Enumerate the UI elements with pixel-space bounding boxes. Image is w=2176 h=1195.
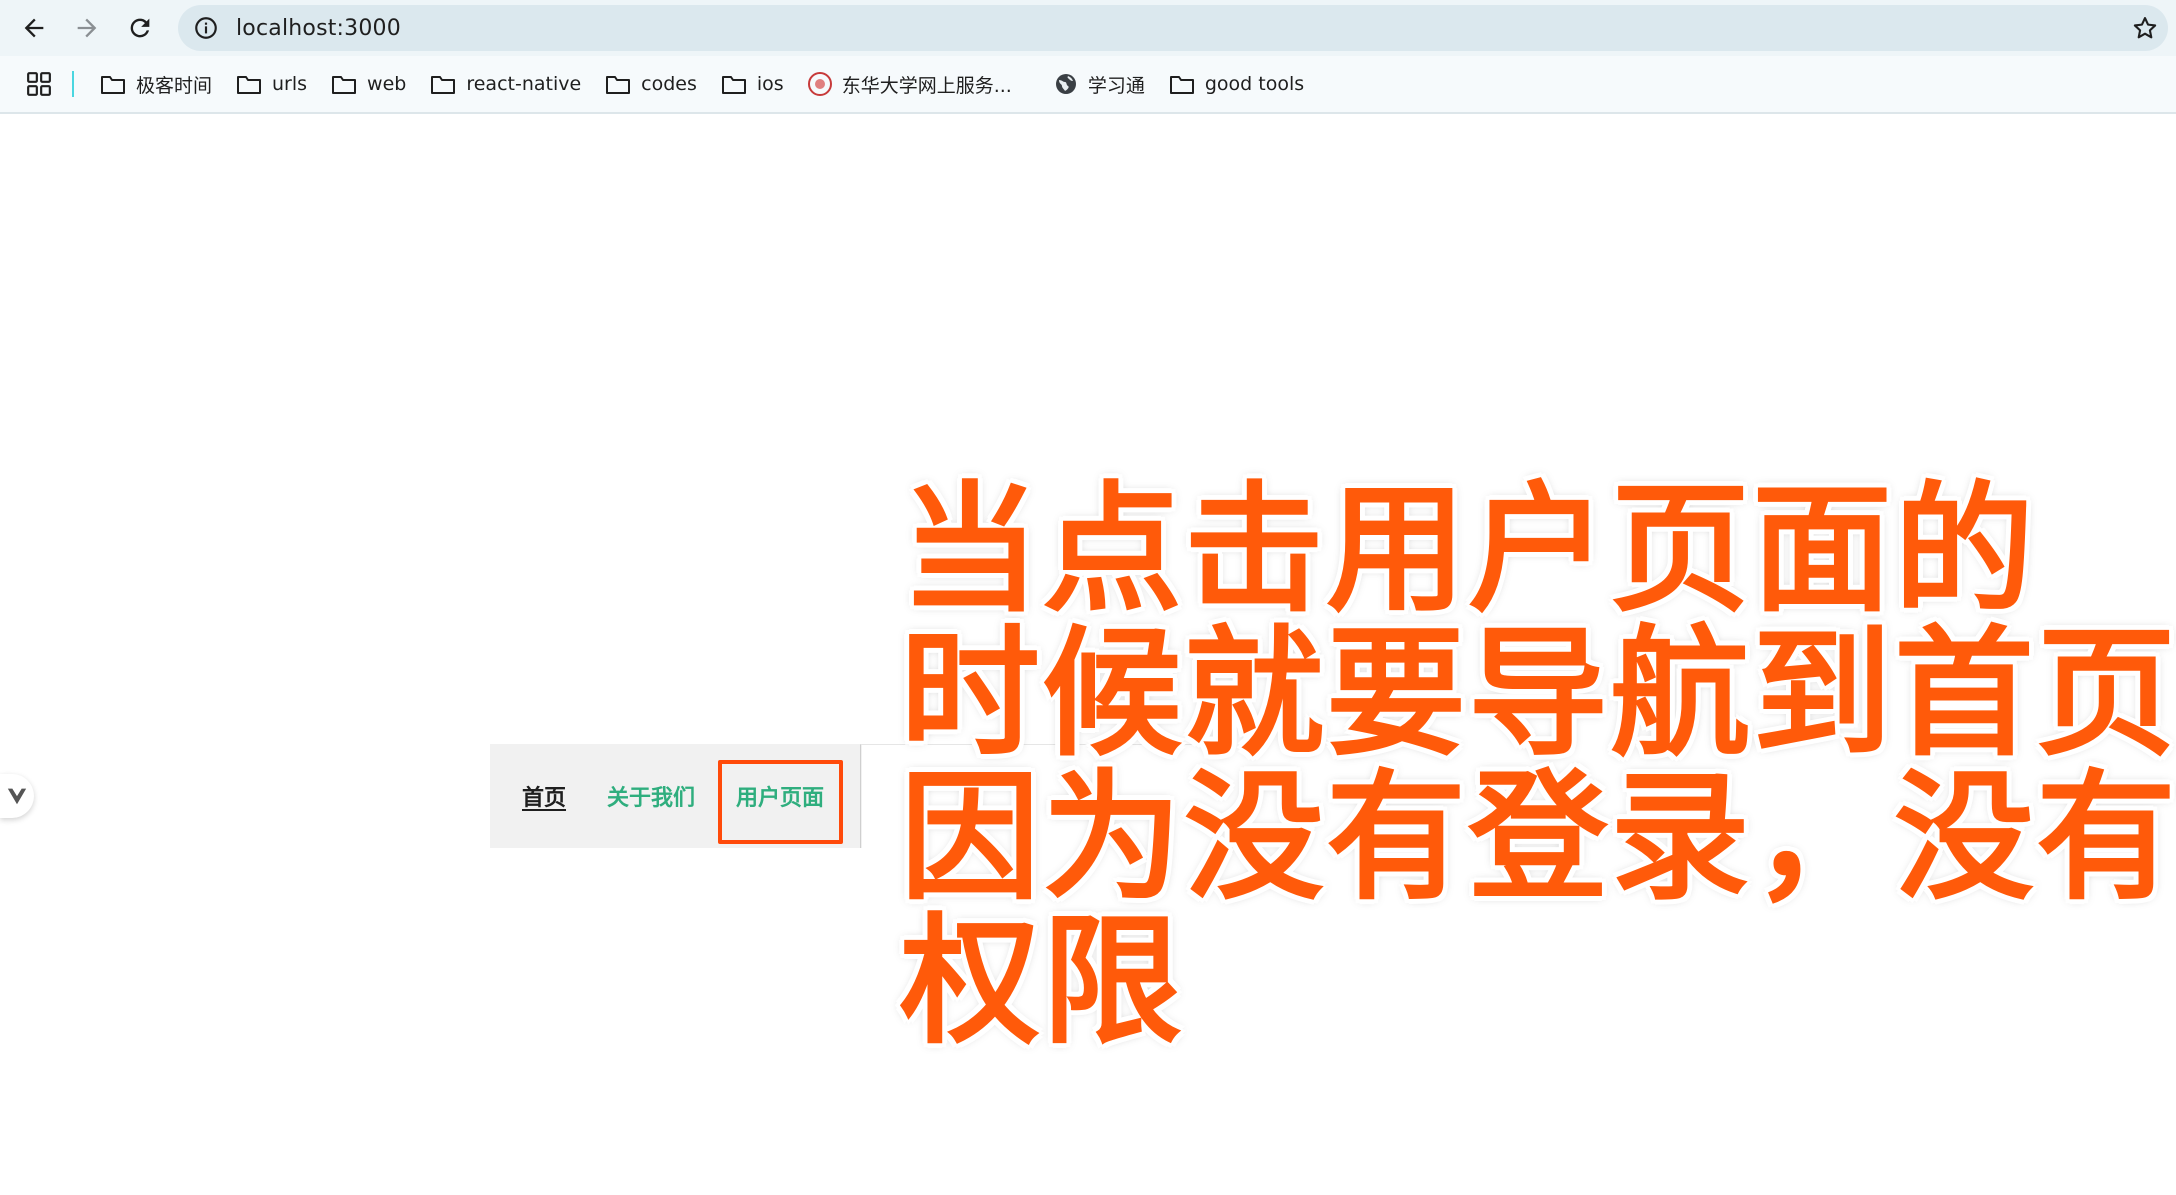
bookmark-label: 东华大学网上服务... (841, 74, 1012, 97)
back-button[interactable] (14, 8, 54, 48)
forward-button[interactable] (67, 8, 107, 48)
bookmark-label: ios (756, 73, 784, 95)
url-text: localhost:3000 (236, 15, 401, 41)
nav-link-home[interactable]: 首页 (522, 780, 566, 812)
folder-icon (237, 76, 262, 94)
globe-icon (1055, 74, 1076, 94)
bookmark-folder-ios[interactable]: ios (709, 64, 796, 104)
annotation-text: 当点击用户页面的 时候就要导航到首页 因为没有登录，没有 权限 (900, 468, 2176, 1064)
bookmarks-separator (72, 71, 74, 97)
bookmark-xuexitong[interactable]: 学习通 (1042, 64, 1157, 104)
bookmark-label: urls (272, 73, 308, 95)
arrow-left-icon (24, 18, 44, 38)
bookmark-folder-web[interactable]: web (319, 64, 418, 104)
bookmark-label: react-native (466, 73, 582, 95)
university-seal-icon (807, 72, 832, 96)
browser-toolbar: localhost:3000 (0, 0, 2176, 56)
annotation-line: 当点击用户页面的 (900, 468, 2037, 632)
bookmark-folder-geektime[interactable]: 极客时间 (88, 64, 224, 104)
apps-grid-icon[interactable] (26, 71, 52, 97)
bookmark-folder-urls[interactable]: urls (224, 64, 319, 104)
bookmark-label: 学习通 (1087, 74, 1145, 97)
folder-icon (606, 76, 631, 94)
bookmark-folder-react-native[interactable]: react-native (418, 64, 593, 104)
site-info-icon[interactable] (192, 14, 220, 42)
folder-icon (431, 76, 456, 94)
annotation-line: 权限 (900, 900, 1185, 1064)
bookmark-label: good tools (1204, 73, 1305, 95)
bookmark-folder-codes[interactable]: codes (593, 64, 709, 104)
reload-icon (130, 18, 150, 38)
vue-logo-icon (7, 788, 27, 805)
folder-icon (101, 76, 125, 94)
bookmark-label: codes (641, 73, 697, 95)
arrow-right-icon (77, 18, 97, 38)
folder-icon (332, 76, 357, 94)
nav-link-about[interactable]: 关于我们 (607, 780, 695, 812)
bookmark-star-icon[interactable] (2130, 13, 2160, 43)
bookmark-folder-good-tools[interactable]: good tools (1157, 64, 1316, 104)
annotation-line: 时候就要导航到首页 (900, 612, 2176, 776)
devtools-side-handle[interactable] (0, 774, 34, 818)
reload-button[interactable] (120, 8, 160, 48)
bookmark-label: web (367, 73, 407, 95)
bookmark-dhu-services[interactable]: 东华大学网上服务... (796, 64, 1024, 104)
folder-icon (721, 76, 746, 94)
annotation-highlight-box (718, 760, 843, 844)
bookmark-label: 极客时间 (136, 74, 213, 97)
address-bar[interactable]: localhost:3000 (178, 5, 2168, 51)
annotation-line: 因为没有登录，没有 (900, 756, 2176, 920)
folder-icon (1169, 76, 1194, 94)
bookmarks-bar: 极客时间 urls web react-native codes ios 东华大… (0, 56, 2176, 114)
